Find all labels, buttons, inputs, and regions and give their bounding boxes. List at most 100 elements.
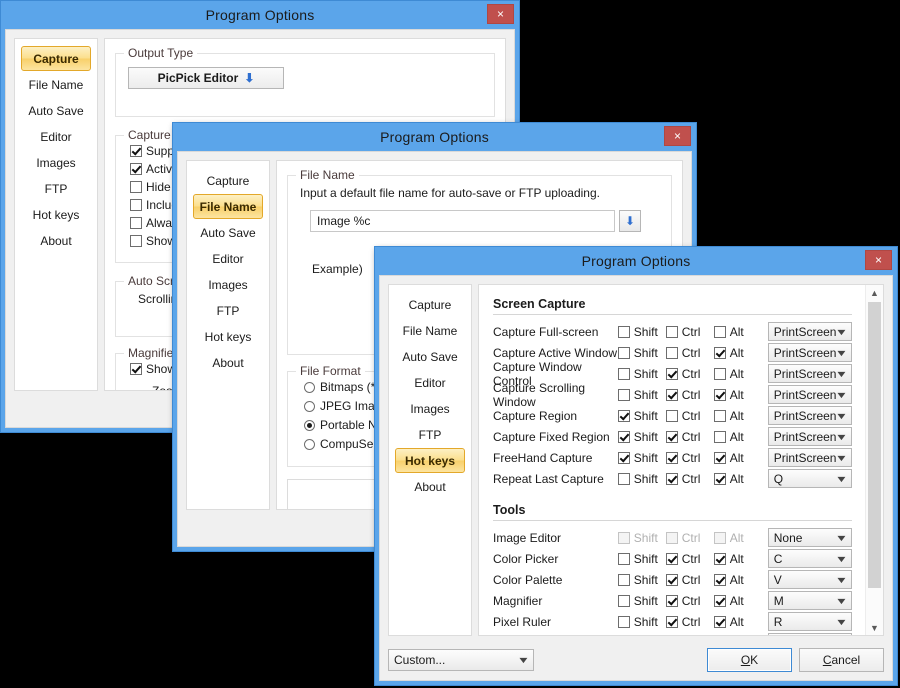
sidebar-item-hot-keys[interactable]: Hot keys <box>193 324 263 349</box>
output-type-button[interactable]: PicPick Editor ⬇ <box>128 67 284 89</box>
sidebar-item-about[interactable]: About <box>395 474 465 499</box>
sidebar-item-file-name[interactable]: File Name <box>21 72 91 97</box>
sidebar-item-images[interactable]: Images <box>21 150 91 175</box>
checkbox-shift[interactable]: Shift <box>618 325 666 339</box>
checkbox-shift[interactable]: Shift <box>618 430 666 444</box>
hotkey-key-select[interactable]: M▼ <box>768 591 852 610</box>
checkbox-shift[interactable]: Shift <box>618 346 666 360</box>
hotkey-key-select[interactable]: PrintScreen▼ <box>768 364 852 383</box>
checkbox-alt[interactable]: Alt <box>714 325 762 339</box>
checkbox-alt[interactable]: Alt <box>714 409 762 423</box>
checkbox-box <box>618 473 630 485</box>
hotkey-modifiers: ShiftCtrlAlt <box>618 388 762 402</box>
checkbox-alt[interactable]: Alt <box>714 346 762 360</box>
checkbox-shift[interactable]: Shift <box>618 451 666 465</box>
hotkey-row: Capture Scrolling WindowShiftCtrlAltPrin… <box>479 384 866 405</box>
sidebar-item-editor[interactable]: Editor <box>395 370 465 395</box>
checkbox-label: Alt <box>730 615 744 629</box>
hotkeys-scroll-content: Screen CaptureCapture Full-screenShiftCt… <box>479 285 866 635</box>
preset-select[interactable]: Custom... ▼ <box>388 649 534 671</box>
sidebar-item-file-name[interactable]: File Name <box>395 318 465 343</box>
sidebar-item-hot-keys[interactable]: Hot keys <box>395 448 465 473</box>
hotkey-key-select[interactable]: PrintScreen▼ <box>768 322 852 341</box>
checkbox-shift[interactable]: Shift <box>618 573 666 587</box>
checkbox-shift[interactable]: Shift <box>618 472 666 486</box>
checkbox-alt[interactable]: Alt <box>714 573 762 587</box>
sidebar-item-capture[interactable]: Capture <box>193 168 263 193</box>
checkbox-ctrl[interactable]: Ctrl <box>666 325 714 339</box>
hotkey-key-select[interactable]: T▼ <box>768 633 852 635</box>
checkbox-alt[interactable]: Alt <box>714 451 762 465</box>
hotkey-key-select[interactable]: PrintScreen▼ <box>768 448 852 467</box>
hotkey-key-select[interactable]: Q▼ <box>768 469 852 488</box>
checkbox-alt[interactable]: Alt <box>714 472 762 486</box>
checkbox-shift[interactable]: Shift <box>618 594 666 608</box>
sidebar-item-auto-save[interactable]: Auto Save <box>21 98 91 123</box>
sidebar-item-editor[interactable]: Editor <box>21 124 91 149</box>
checkbox-ctrl[interactable]: Ctrl <box>666 367 714 381</box>
checkbox-ctrl[interactable]: Ctrl <box>666 409 714 423</box>
checkbox-ctrl[interactable]: Ctrl <box>666 552 714 566</box>
sidebar-item-hot-keys[interactable]: Hot keys <box>21 202 91 227</box>
checkbox-shift[interactable]: Shift <box>618 367 666 381</box>
sidebar-item-auto-save[interactable]: Auto Save <box>193 220 263 245</box>
program-options-window-front[interactable]: Program Options × Capture File Name Auto… <box>374 246 898 686</box>
vertical-scrollbar[interactable]: ▲ ▼ <box>865 285 883 635</box>
close-icon[interactable]: × <box>865 250 892 270</box>
checkbox-alt[interactable]: Alt <box>714 615 762 629</box>
titlebar-middle[interactable]: Program Options × <box>173 123 696 151</box>
close-icon[interactable]: × <box>664 126 691 146</box>
checkbox-alt[interactable]: Alt <box>714 594 762 608</box>
sidebar-item-ftp[interactable]: FTP <box>193 298 263 323</box>
hotkey-key-select[interactable]: None▼ <box>768 528 852 547</box>
checkbox-ctrl[interactable]: Ctrl <box>666 430 714 444</box>
sidebar-item-capture[interactable]: Capture <box>395 292 465 317</box>
checkbox-ctrl[interactable]: Ctrl <box>666 573 714 587</box>
hotkey-key-select[interactable]: PrintScreen▼ <box>768 385 852 404</box>
checkbox-ctrl[interactable]: Ctrl <box>666 472 714 486</box>
sidebar-item-editor[interactable]: Editor <box>193 246 263 271</box>
checkbox-shift[interactable]: Shift <box>618 388 666 402</box>
hotkey-key-select[interactable]: R▼ <box>768 612 852 631</box>
titlebar-back[interactable]: Program Options × <box>1 1 519 29</box>
chevron-down-icon[interactable]: ▼ <box>866 620 883 635</box>
sidebar-item-about[interactable]: About <box>193 350 263 375</box>
checkbox-ctrl[interactable]: Ctrl <box>666 388 714 402</box>
hotkey-key-select[interactable]: C▼ <box>768 549 852 568</box>
checkbox-ctrl[interactable]: Ctrl <box>666 594 714 608</box>
scrollbar-thumb[interactable] <box>868 302 881 588</box>
checkbox-ctrl[interactable]: Ctrl <box>666 451 714 465</box>
file-name-input[interactable]: Image %c <box>310 210 615 232</box>
checkbox-alt[interactable]: Alt <box>714 388 762 402</box>
sidebar-item-auto-save[interactable]: Auto Save <box>395 344 465 369</box>
hotkey-key-select[interactable]: V▼ <box>768 570 852 589</box>
sidebar-item-capture[interactable]: Capture <box>21 46 91 71</box>
checkbox-alt[interactable]: Alt <box>714 367 762 381</box>
checkbox-shift[interactable]: Shift <box>618 552 666 566</box>
checkbox-ctrl[interactable]: Ctrl <box>666 615 714 629</box>
checkbox-ctrl[interactable]: Ctrl <box>666 346 714 360</box>
sidebar-item-images[interactable]: Images <box>193 272 263 297</box>
sidebar-item-images[interactable]: Images <box>395 396 465 421</box>
cancel-button[interactable]: Cancel <box>799 648 884 672</box>
hotkey-key-select[interactable]: PrintScreen▼ <box>768 406 852 425</box>
group-file-format-label: File Format <box>296 364 365 378</box>
hotkey-key-select[interactable]: PrintScreen▼ <box>768 343 852 362</box>
checkbox-shift[interactable]: Shift <box>618 615 666 629</box>
checkbox-alt[interactable]: Alt <box>714 552 762 566</box>
hotkey-key-select[interactable]: PrintScreen▼ <box>768 427 852 446</box>
checkbox-label: Ctrl <box>682 615 701 629</box>
sidebar-item-about[interactable]: About <box>21 228 91 253</box>
titlebar-front[interactable]: Program Options × <box>375 247 897 275</box>
checkbox-alt[interactable]: Alt <box>714 430 762 444</box>
checkbox-box <box>666 431 678 443</box>
chevron-up-icon[interactable]: ▲ <box>866 285 883 300</box>
close-icon[interactable]: × <box>487 4 514 24</box>
down-arrow-icon[interactable]: ⬇ <box>619 210 641 232</box>
checkbox-alt: Alt <box>714 531 762 545</box>
sidebar-item-ftp[interactable]: FTP <box>21 176 91 201</box>
sidebar-item-ftp[interactable]: FTP <box>395 422 465 447</box>
checkbox-shift[interactable]: Shift <box>618 409 666 423</box>
sidebar-item-file-name[interactable]: File Name <box>193 194 263 219</box>
ok-button[interactable]: OK <box>707 648 792 672</box>
